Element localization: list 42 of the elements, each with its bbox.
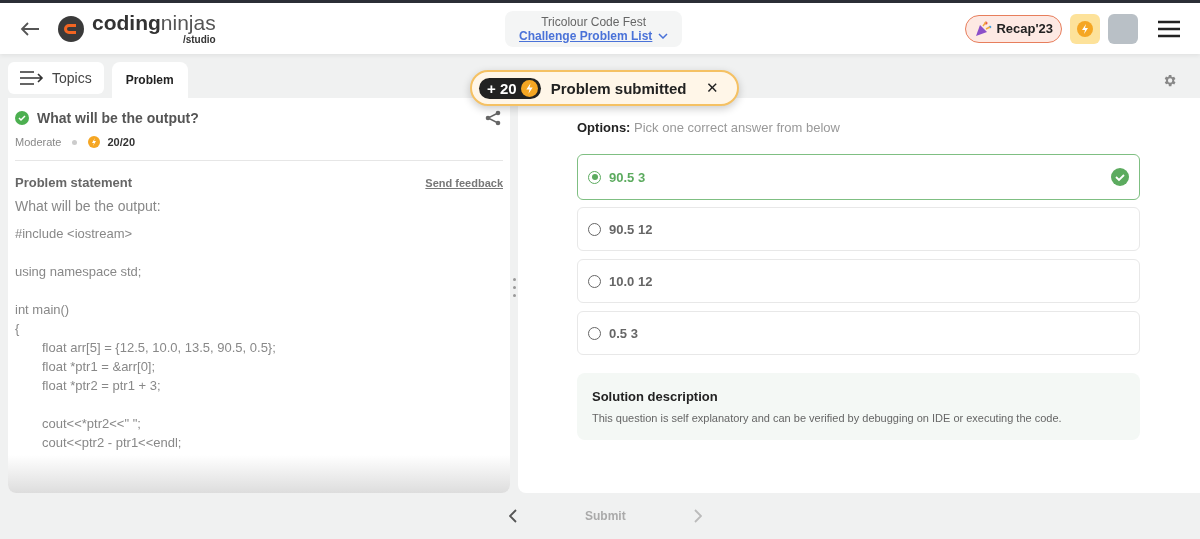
code-line: #include <iostream> <box>15 225 134 243</box>
send-feedback-link[interactable]: Send feedback <box>425 176 503 189</box>
chevron-down-icon <box>658 32 669 39</box>
statement-text: What will be the output: <box>15 198 162 214</box>
difficulty-label: Moderate <box>15 136 62 148</box>
menu-arrow-icon <box>20 71 44 85</box>
code-line: cout<<ptr2 - ptr1<<endl; <box>41 434 183 452</box>
lightning-coin-icon <box>1077 20 1093 37</box>
code-line: cout<<*ptr2<<" "; <box>41 415 142 433</box>
recap-button[interactable]: Recap'23 <box>965 14 1062 43</box>
party-popper-icon <box>974 19 993 38</box>
points-badge: + 20 <box>479 77 541 99</box>
problem-title: What will be the output? <box>37 110 199 126</box>
toast-message: Problem submitted <box>550 79 687 97</box>
code-line: using namespace std; <box>15 263 143 281</box>
code-line: { <box>15 320 21 338</box>
bolt-coin-icon <box>88 136 101 148</box>
share-icon[interactable] <box>485 110 501 126</box>
logo-icon <box>58 15 84 42</box>
code-line: float arr[5] = {12.5, 10.0, 13.5, 90.5, 0.5}; <box>41 339 277 357</box>
logo-subtitle: /studio <box>182 34 216 45</box>
lightning-coin-icon <box>520 79 538 97</box>
solution-title: Solution description <box>592 389 719 404</box>
tab[interactable]: Problem <box>111 62 188 98</box>
tab[interactable]: Topics <box>8 62 104 94</box>
code-line: float *ptr2 = ptr1 + 3; <box>41 377 162 395</box>
settings-icon[interactable] <box>1162 72 1177 88</box>
code-line: float *ptr1 = &arr[0]; <box>41 358 157 376</box>
logo-wordmark: codingninjas <box>92 12 216 34</box>
options-instruction: Options: Pick one correct answer from below <box>577 120 841 135</box>
back-arrow-icon[interactable] <box>20 20 40 37</box>
answer-option[interactable]: 90.5 12 <box>577 207 1140 251</box>
section-heading: Problem statement <box>15 175 133 190</box>
answer-option[interactable]: 10.0 12 <box>577 259 1140 303</box>
solution-text: This question is self explanatory and can be verified by debugging on IDE or executing the code. <box>592 412 1063 424</box>
code-line: int main() <box>15 301 71 319</box>
menu-icon[interactable] <box>1158 19 1180 38</box>
close-button[interactable]: ✕ <box>696 79 720 97</box>
score-text: 20/20 <box>107 136 135 148</box>
event-selector[interactable]: Tricolour Code Fest Challenge Problem List <box>505 10 683 47</box>
answer-option[interactable]: 0.5 3 <box>577 311 1140 355</box>
previous-icon[interactable] <box>509 509 517 523</box>
